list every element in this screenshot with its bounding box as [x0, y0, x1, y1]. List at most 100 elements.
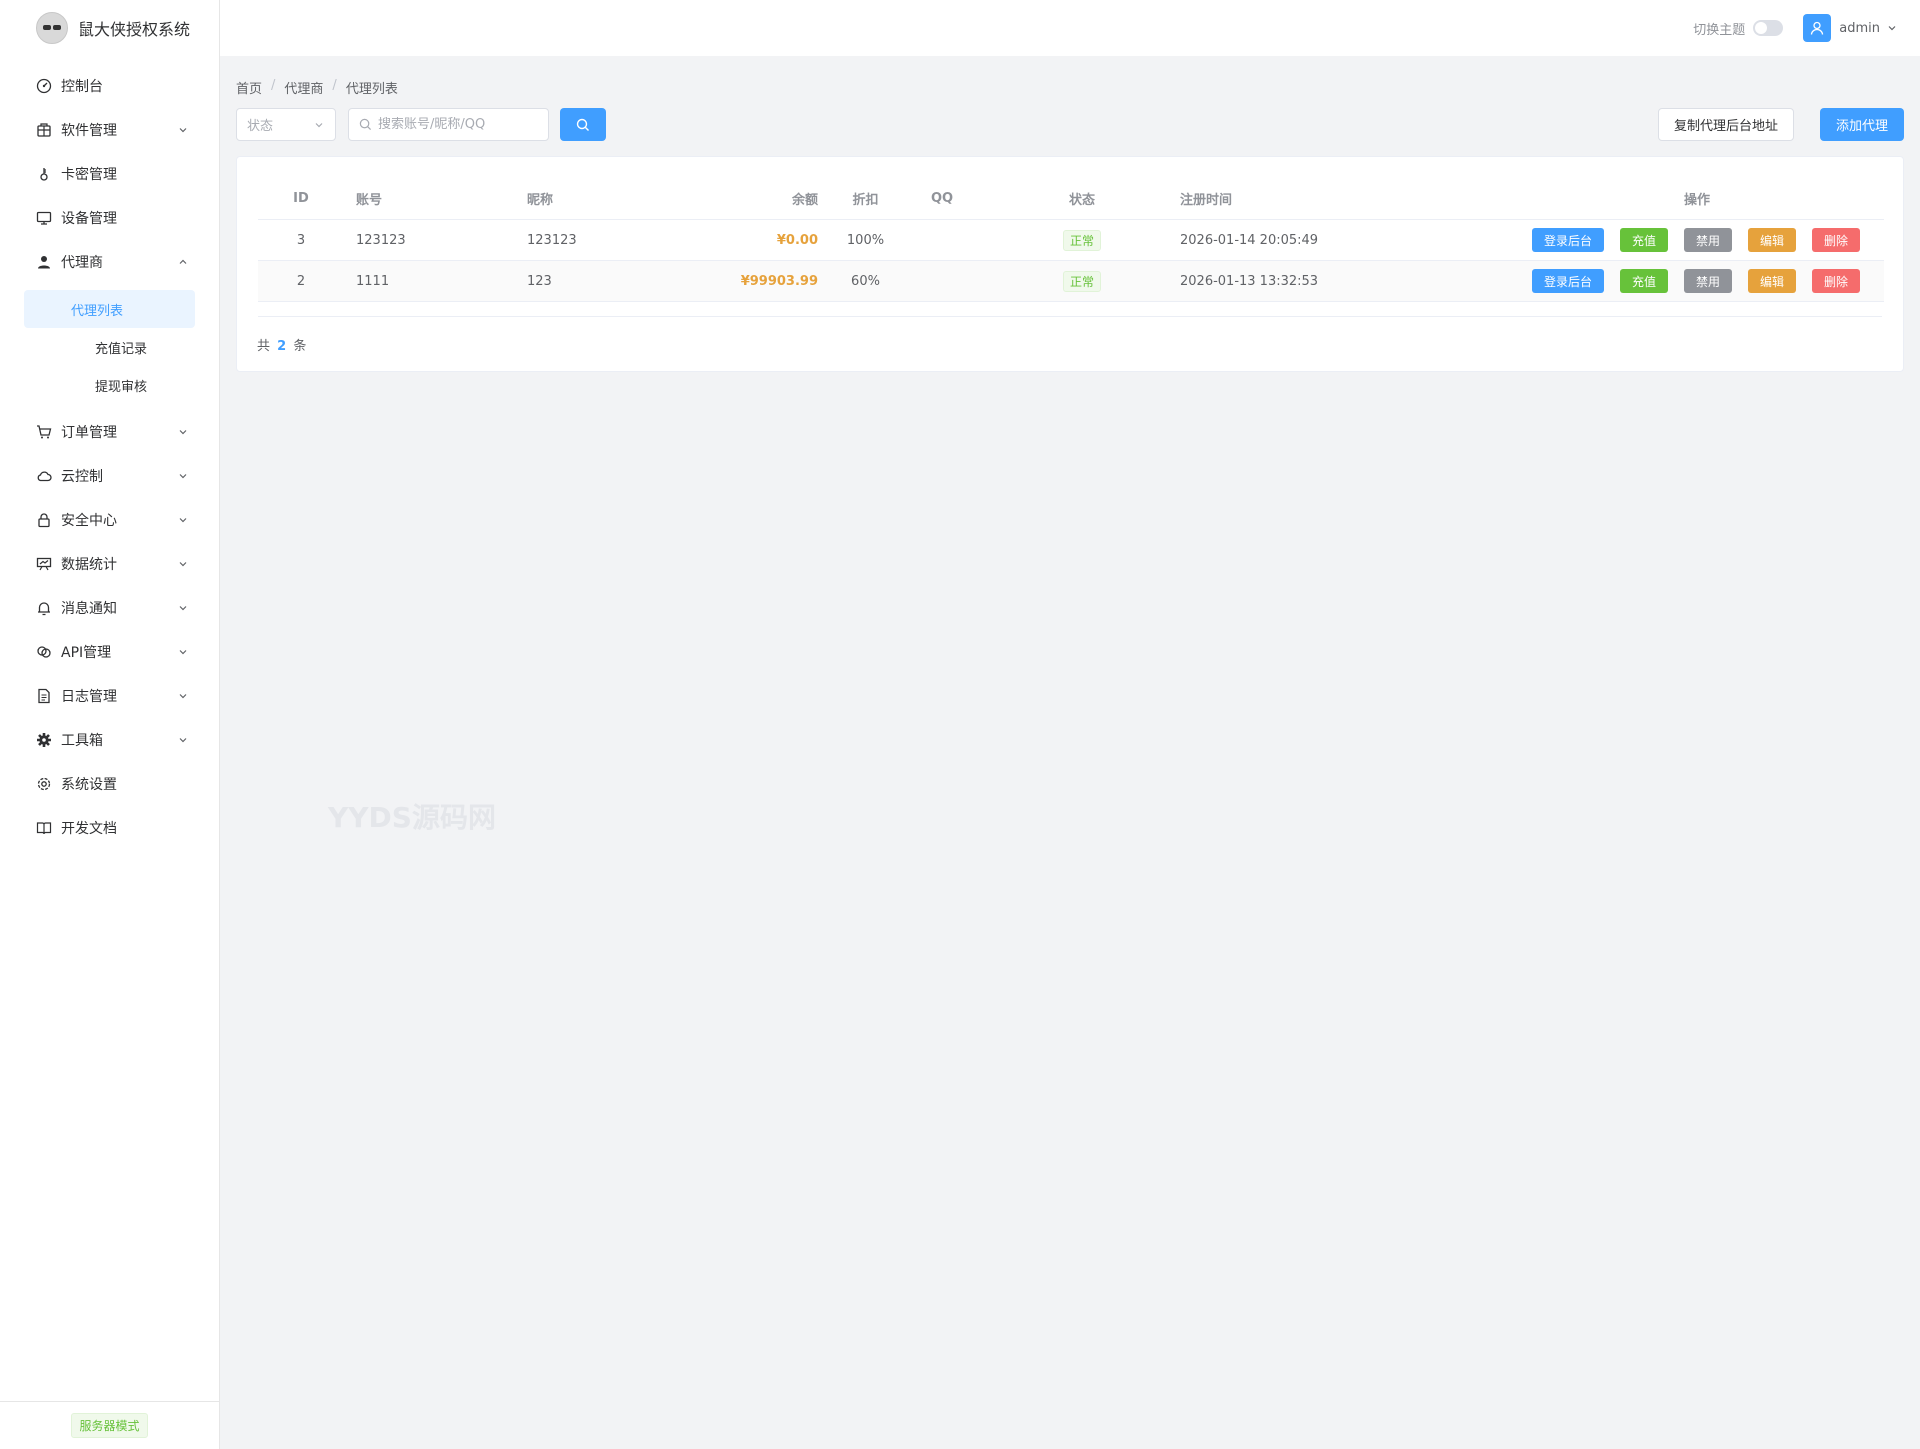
- cell-account: 1111: [356, 273, 390, 289]
- sidebar-item-settings[interactable]: 系统设置: [0, 762, 219, 806]
- sidebar-item-cloud[interactable]: 云控制: [0, 454, 219, 498]
- add-agent-button[interactable]: 添加代理: [1819, 108, 1904, 141]
- status-select[interactable]: 状态: [236, 108, 336, 141]
- sidebar-item-notifications[interactable]: 消息通知: [0, 586, 219, 630]
- chevron-down-icon: [313, 119, 325, 131]
- cell-actions: 登录后台 充值 禁用 编辑 删除: [1414, 269, 1884, 293]
- sidebar-item-api[interactable]: API管理: [0, 630, 219, 674]
- link-icon: [36, 644, 52, 660]
- sidebar-item-statistics[interactable]: 数据统计: [0, 542, 219, 586]
- sidebar-footer: 服务器模式: [0, 1401, 219, 1449]
- delete-button[interactable]: 删除: [1812, 228, 1860, 252]
- sidebar-item-device[interactable]: 设备管理: [0, 196, 219, 240]
- edit-button[interactable]: 编辑: [1748, 228, 1796, 252]
- breadcrumb-separator: /: [271, 78, 276, 93]
- cell-actions: 登录后台 充值 禁用 编辑 删除: [1414, 228, 1884, 252]
- copy-agent-url-button[interactable]: 复制代理后台地址: [1657, 108, 1794, 141]
- sidebar-item-label: 开发文档: [61, 821, 117, 837]
- breadcrumb: 首页 / 代理商 / 代理列表: [236, 78, 398, 97]
- sidebar-item-label: 系统设置: [61, 777, 117, 793]
- user-avatar[interactable]: [1803, 14, 1832, 42]
- recharge-button[interactable]: 充值: [1620, 269, 1668, 293]
- document-icon: [36, 688, 52, 704]
- sidebar-item-software[interactable]: 软件管理: [0, 108, 219, 152]
- breadcrumb-home[interactable]: 首页: [236, 78, 262, 97]
- search-input[interactable]: [378, 117, 538, 132]
- agent-table: ID 账号 昵称 余额 折扣 QQ 状态 注册时间 操作 3 123123 12…: [258, 178, 1884, 302]
- theme-toggle-switch[interactable]: [1753, 20, 1784, 36]
- sidebar-item-label: 日志管理: [61, 689, 117, 705]
- sidebar-item-label: 卡密管理: [61, 167, 117, 183]
- app-logo[interactable]: 鼠大侠授权系统: [0, 0, 219, 56]
- column-header-actions: 操作: [1683, 193, 1710, 208]
- sidebar-item-docs[interactable]: 开发文档: [0, 806, 219, 850]
- status-badge: 正常: [1062, 229, 1101, 251]
- chevron-down-icon: [177, 470, 189, 482]
- column-header-balance: 余额: [791, 193, 818, 208]
- top-header: 切换主题 admin: [220, 0, 1920, 56]
- watermark: YYDS源码网: [328, 801, 496, 834]
- server-mode-badge: 服务器模式: [71, 1413, 148, 1438]
- sidebar-item-toolbox[interactable]: 工具箱: [0, 718, 219, 762]
- search-button[interactable]: [560, 108, 606, 141]
- delete-button[interactable]: 删除: [1812, 269, 1860, 293]
- disable-button[interactable]: 禁用: [1684, 269, 1732, 293]
- theme-toggle-label: 切换主题: [1693, 22, 1746, 38]
- key-icon: [36, 166, 52, 182]
- sidebar-item-label: API管理: [61, 645, 112, 661]
- sidebar-item-security[interactable]: 安全中心: [0, 498, 219, 542]
- sidebar-item-cardkey[interactable]: 卡密管理: [0, 152, 219, 196]
- cell-nickname: 123123: [527, 232, 577, 248]
- chevron-down-icon: [177, 690, 189, 702]
- login-backend-button[interactable]: 登录后台: [1532, 269, 1604, 293]
- dashboard-icon: [36, 78, 52, 94]
- sidebar-item-orders[interactable]: 订单管理: [0, 410, 219, 454]
- sidebar: 鼠大侠授权系统 控制台 软件管理 卡密管理 设备管理 代理商 代理列表 充值记录…: [0, 0, 220, 1449]
- book-icon: [36, 820, 52, 836]
- user-name[interactable]: admin: [1839, 21, 1880, 36]
- agent-table-card: ID 账号 昵称 余额 折扣 QQ 状态 注册时间 操作 3 123123 12…: [236, 156, 1904, 372]
- settings-icon: [36, 776, 52, 792]
- chevron-down-icon: [177, 514, 189, 526]
- sidebar-item-label: 数据统计: [61, 557, 117, 573]
- sidebar-item-label: 工具箱: [61, 733, 103, 749]
- user-avatar-icon: [1811, 21, 1824, 35]
- edit-button[interactable]: 编辑: [1748, 269, 1796, 293]
- pager-prefix: 共: [257, 339, 271, 354]
- sidebar-menu: 控制台 软件管理 卡密管理 设备管理 代理商 代理列表 充值记录 提现审核 订单…: [0, 64, 219, 850]
- sidebar-item-label: 代理商: [61, 255, 103, 271]
- search-icon: [359, 118, 372, 131]
- status-select-placeholder: 状态: [247, 119, 274, 134]
- cell-account: 123123: [356, 232, 406, 248]
- user-menu-chevron-icon[interactable]: [1886, 22, 1898, 34]
- cell-status: 正常: [996, 229, 1168, 251]
- user-icon: [36, 254, 52, 270]
- sidebar-subitem-withdraw-review[interactable]: 提现审核: [24, 366, 195, 404]
- cell-discount: 100%: [846, 232, 885, 248]
- column-header-nickname: 昵称: [527, 193, 554, 208]
- sidebar-item-dashboard[interactable]: 控制台: [0, 64, 219, 108]
- chevron-down-icon: [177, 646, 189, 658]
- sidebar-item-agent[interactable]: 代理商: [0, 240, 219, 284]
- column-header-discount: 折扣: [852, 193, 879, 208]
- filter-toolbar: 状态 复制代理后台地址 添加代理: [236, 108, 1904, 142]
- sidebar-subitem-recharge-records[interactable]: 充值记录: [24, 328, 195, 366]
- chevron-down-icon: [177, 124, 189, 136]
- sidebar-item-label: 云控制: [61, 469, 103, 485]
- recharge-button[interactable]: 充值: [1620, 228, 1668, 252]
- agent-submenu: 代理列表 充值记录 提现审核: [0, 284, 219, 410]
- breadcrumb-agent[interactable]: 代理商: [284, 78, 323, 97]
- column-header-status: 状态: [1068, 193, 1095, 208]
- cell-balance: ¥0.00: [776, 232, 818, 248]
- sidebar-subitem-agent-list[interactable]: 代理列表: [24, 290, 195, 328]
- table-footer-divider: [258, 316, 1882, 317]
- search-icon: [576, 118, 590, 132]
- cell-id: 2: [296, 273, 306, 289]
- disable-button[interactable]: 禁用: [1684, 228, 1732, 252]
- sidebar-item-logs[interactable]: 日志管理: [0, 674, 219, 718]
- table-row: 3 123123 123123 ¥0.00 100% 正常 2026-01-14…: [258, 220, 1884, 261]
- sidebar-item-label: 设备管理: [61, 211, 117, 227]
- chevron-down-icon: [177, 602, 189, 614]
- cell-status: 正常: [996, 270, 1168, 292]
- login-backend-button[interactable]: 登录后台: [1532, 228, 1604, 252]
